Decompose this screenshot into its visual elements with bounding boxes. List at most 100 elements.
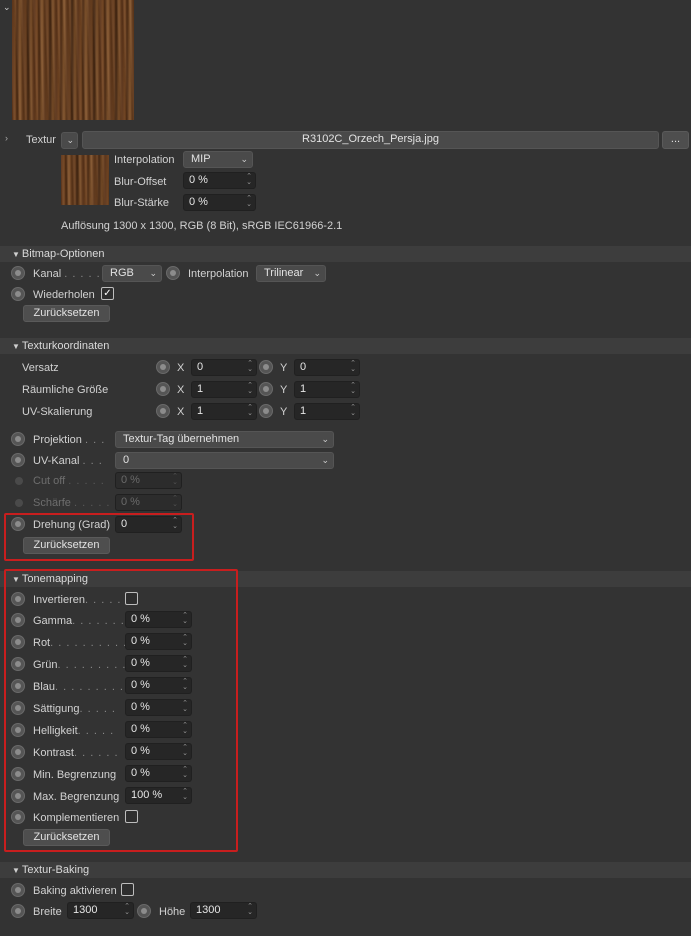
stepper-icon[interactable]: ⌃ ⌄: [181, 766, 189, 780]
rotation-field[interactable]: 0 ⌃ ⌄: [115, 516, 182, 533]
uv-scale-y-radio[interactable]: [259, 404, 273, 418]
contrast-field[interactable]: 0 % ⌃ ⌄: [125, 743, 192, 760]
stepper-icon[interactable]: ⌃ ⌄: [181, 788, 189, 802]
offset-y-field[interactable]: 0 ⌃ ⌄: [294, 359, 360, 376]
complement-label: Komplementieren: [33, 812, 120, 824]
stepper-icon[interactable]: ⌃ ⌄: [181, 678, 189, 692]
size-x-field[interactable]: 1 ⌃ ⌄: [191, 381, 257, 398]
size-x-radio[interactable]: [156, 382, 170, 396]
uv-channel-dropdown[interactable]: 0 ⌄: [115, 452, 334, 469]
green-radio[interactable]: [11, 657, 25, 671]
stepper-icon[interactable]: ⌃ ⌄: [181, 700, 189, 714]
texture-filename-field[interactable]: R3102C_Orzech_Persja.jpg: [82, 131, 659, 149]
tonemapping-reset-button[interactable]: Zurücksetzen: [23, 829, 110, 846]
stepper-icon[interactable]: ⌃ ⌄: [181, 656, 189, 670]
stepper-icon[interactable]: ⌃ ⌄: [181, 722, 189, 736]
offset-x-field[interactable]: 0 ⌃ ⌄: [191, 359, 257, 376]
blur-strength-field[interactable]: 0 % ⌃ ⌄: [183, 194, 256, 211]
bitmap-interpolation-dropdown[interactable]: Trilinear ⌄: [256, 265, 326, 282]
min-clamp-radio[interactable]: [11, 767, 25, 781]
contrast-radio[interactable]: [11, 745, 25, 759]
stepper-icon[interactable]: ⌃ ⌄: [246, 360, 254, 374]
width-field[interactable]: 1300 ⌃ ⌄: [67, 902, 134, 919]
stepper-icon: ⌃ ⌄: [172, 473, 178, 486]
width-radio[interactable]: [11, 904, 25, 918]
invert-radio[interactable]: [11, 592, 25, 606]
expand-triangle-icon: ▼: [12, 866, 20, 875]
kanal-radio[interactable]: [11, 266, 25, 280]
width-label: Breite: [33, 906, 62, 918]
stepper-icon[interactable]: ⌃ ⌄: [349, 360, 357, 374]
stepper-icon[interactable]: ⌃ ⌄: [245, 173, 253, 187]
interpolation-dropdown[interactable]: MIP ⌄: [183, 151, 253, 168]
size-y-field[interactable]: 1 ⌃ ⌄: [294, 381, 360, 398]
bitmap-interpolation-label: Interpolation: [188, 268, 249, 280]
offset-label: Versatz: [22, 362, 59, 374]
browse-button[interactable]: ...: [662, 131, 689, 149]
min-clamp-field[interactable]: 0 % ⌃ ⌄: [125, 765, 192, 782]
red-radio[interactable]: [11, 635, 25, 649]
stepper-icon[interactable]: ⌃ ⌄: [245, 195, 253, 209]
stepper-icon[interactable]: ⌃ ⌄: [171, 517, 179, 531]
max-clamp-radio[interactable]: [11, 789, 25, 803]
section-bitmap-options[interactable]: ▼ Bitmap-Optionen: [0, 246, 691, 262]
stepper-icon[interactable]: ⌃ ⌄: [246, 382, 254, 396]
stepper-icon[interactable]: ⌃ ⌄: [246, 404, 254, 418]
brightness-radio[interactable]: [11, 723, 25, 737]
stepper-icon[interactable]: ⌃ ⌄: [181, 612, 189, 626]
stepper-icon[interactable]: ⌃ ⌄: [123, 903, 131, 917]
uv-scale-x-field[interactable]: 1 ⌃ ⌄: [191, 403, 257, 420]
saturation-field[interactable]: 0 % ⌃ ⌄: [125, 699, 192, 716]
complement-checkbox[interactable]: [125, 810, 138, 823]
uv-scale-x-radio[interactable]: [156, 404, 170, 418]
green-label: Grün. . . . . . . . .: [33, 659, 127, 671]
y-label: Y: [280, 362, 288, 374]
projection-radio[interactable]: [11, 432, 25, 446]
expand-arrow-icon[interactable]: ›: [5, 133, 8, 143]
size-y-radio[interactable]: [259, 382, 273, 396]
stepper-icon[interactable]: ⌃ ⌄: [246, 903, 254, 917]
stepper-icon[interactable]: ⌃ ⌄: [349, 404, 357, 418]
blue-field[interactable]: 0 % ⌃ ⌄: [125, 677, 192, 694]
sharpness-field: 0 % ⌃ ⌄: [115, 494, 182, 511]
rotation-radio[interactable]: [11, 517, 25, 531]
projection-dropdown[interactable]: Textur-Tag übernehmen ⌄: [115, 431, 334, 448]
baking-enable-checkbox[interactable]: [121, 883, 134, 896]
texture-menu-dropdown[interactable]: ⌄: [61, 132, 78, 149]
section-texture-baking[interactable]: ▼ Textur-Baking: [0, 862, 691, 878]
offset-y-radio[interactable]: [259, 360, 273, 374]
baking-enable-radio[interactable]: [11, 883, 25, 897]
uv-channel-radio[interactable]: [11, 453, 25, 467]
saturation-radio[interactable]: [11, 701, 25, 715]
stepper-icon[interactable]: ⌃ ⌄: [181, 634, 189, 648]
blue-radio[interactable]: [11, 679, 25, 693]
section-texture-coordinates[interactable]: ▼ Texturkoordinaten: [0, 338, 691, 354]
gamma-label: Gamma. . . . . . .: [33, 615, 125, 627]
bitmap-reset-button[interactable]: Zurücksetzen: [23, 305, 110, 322]
complement-radio[interactable]: [11, 810, 25, 824]
height-radio[interactable]: [137, 904, 151, 918]
gamma-radio[interactable]: [11, 613, 25, 627]
uv-scale-y-field[interactable]: 1 ⌃ ⌄: [294, 403, 360, 420]
kanal-dropdown[interactable]: RGB ⌄: [102, 265, 162, 282]
invert-checkbox[interactable]: [125, 592, 138, 605]
stepper-icon[interactable]: ⌃ ⌄: [349, 382, 357, 396]
offset-x-radio[interactable]: [156, 360, 170, 374]
max-clamp-field[interactable]: 100 % ⌃ ⌄: [125, 787, 192, 804]
coords-reset-button[interactable]: Zurücksetzen: [23, 537, 110, 554]
height-field[interactable]: 1300 ⌃ ⌄: [190, 902, 257, 919]
gamma-field[interactable]: 0 % ⌃ ⌄: [125, 611, 192, 628]
collapse-chevron-icon[interactable]: ⌄: [3, 2, 11, 13]
sharpness-radio: [15, 499, 23, 507]
interpolation-radio[interactable]: [166, 266, 180, 280]
red-field[interactable]: 0 % ⌃ ⌄: [125, 633, 192, 650]
height-label: Höhe: [159, 906, 186, 918]
baking-enable-label: Baking aktivieren: [33, 885, 117, 897]
blur-offset-field[interactable]: 0 % ⌃ ⌄: [183, 172, 256, 189]
brightness-field[interactable]: 0 % ⌃ ⌄: [125, 721, 192, 738]
repeat-checkbox[interactable]: ✓: [101, 287, 114, 300]
green-field[interactable]: 0 % ⌃ ⌄: [125, 655, 192, 672]
repeat-radio[interactable]: [11, 287, 25, 301]
x-label: X: [177, 384, 185, 396]
stepper-icon[interactable]: ⌃ ⌄: [181, 744, 189, 758]
